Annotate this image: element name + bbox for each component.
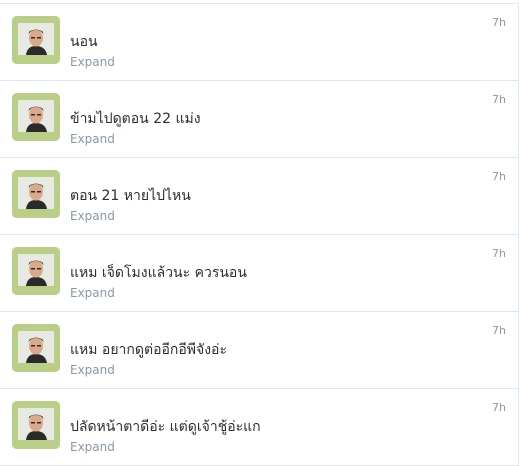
user-avatar-icon — [12, 401, 60, 449]
tweet-feed: 7h นอน Expand 7h ข้ามไปดูตอน 22 แม่ง Exp… — [0, 3, 519, 466]
tweet-text: ตอน 21 หายไปไหน — [70, 188, 191, 204]
expand-link[interactable]: Expand — [70, 440, 115, 454]
avatar[interactable] — [12, 324, 60, 372]
expand-link[interactable]: Expand — [70, 363, 115, 377]
user-avatar-icon — [12, 247, 60, 295]
tweet-text: แหม เจ็ดโมงแล้วนะ ควรนอน — [70, 265, 247, 281]
avatar[interactable] — [12, 93, 60, 141]
tweet-item[interactable]: 7h ปลัดหน้าตาดีอ่ะ แต่ดูเจ้าชู้อ่ะแก Exp… — [0, 389, 518, 466]
tweet-text: ปลัดหน้าตาดีอ่ะ แต่ดูเจ้าชู้อ่ะแก — [70, 419, 261, 435]
avatar[interactable] — [12, 16, 60, 64]
expand-link[interactable]: Expand — [70, 55, 115, 69]
tweet-text: นอน — [70, 34, 98, 50]
tweet-item[interactable]: 7h นอน Expand — [0, 4, 518, 81]
expand-link[interactable]: Expand — [70, 286, 115, 300]
user-avatar-icon — [12, 324, 60, 372]
tweet-timestamp[interactable]: 7h — [492, 170, 506, 183]
tweet-item[interactable]: 7h ตอน 21 หายไปไหน Expand — [0, 158, 518, 235]
expand-link[interactable]: Expand — [70, 132, 115, 146]
user-avatar-icon — [12, 16, 60, 64]
tweet-item[interactable]: 7h แหม เจ็ดโมงแล้วนะ ควรนอน Expand — [0, 235, 518, 312]
avatar[interactable] — [12, 247, 60, 295]
tweet-timestamp[interactable]: 7h — [492, 247, 506, 260]
tweet-text: แหม อยากดูต่ออีกอีพีจังอ่ะ — [70, 342, 227, 358]
avatar[interactable] — [12, 401, 60, 449]
user-avatar-icon — [12, 93, 60, 141]
tweet-item[interactable]: 7h ข้ามไปดูตอน 22 แม่ง Expand — [0, 81, 518, 158]
avatar[interactable] — [12, 170, 60, 218]
expand-link[interactable]: Expand — [70, 209, 115, 223]
tweet-item[interactable]: 7h แหม อยากดูต่ออีกอีพีจังอ่ะ Expand — [0, 312, 518, 389]
tweet-timestamp[interactable]: 7h — [492, 93, 506, 106]
tweet-timestamp[interactable]: 7h — [492, 16, 506, 29]
tweet-timestamp[interactable]: 7h — [492, 401, 506, 414]
user-avatar-icon — [12, 170, 60, 218]
tweet-timestamp[interactable]: 7h — [492, 324, 506, 337]
tweet-text: ข้ามไปดูตอน 22 แม่ง — [70, 111, 201, 127]
